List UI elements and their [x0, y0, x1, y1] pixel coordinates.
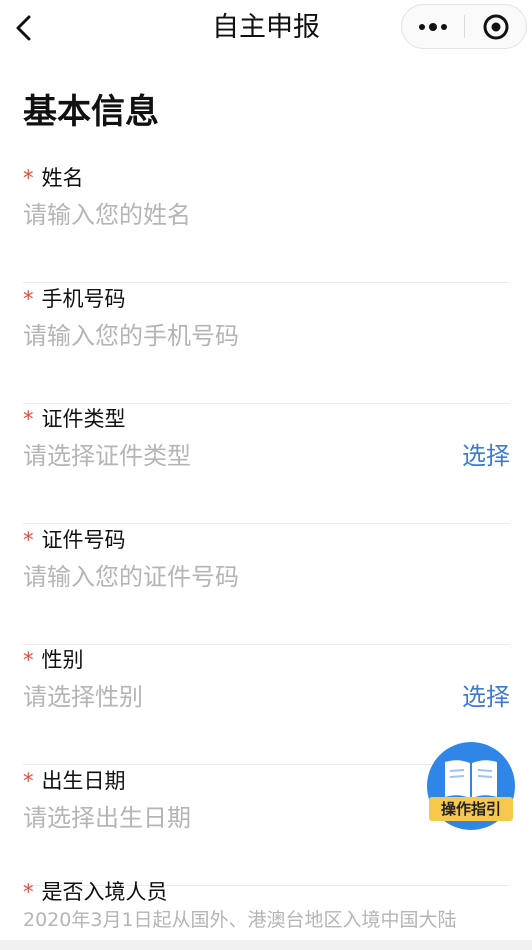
id-type-select-button[interactable]: 选择: [462, 438, 510, 474]
section-title: 基本信息: [23, 92, 159, 132]
field-label: * 手机号码: [23, 284, 126, 314]
birthdate-label: 出生日期: [41, 769, 126, 793]
field-label: * 出生日期: [23, 766, 126, 796]
field-label: * 证件类型: [23, 404, 126, 434]
guide-label: 操作指引: [429, 797, 513, 821]
required-mark: *: [23, 528, 34, 552]
mini-program-capsule: [401, 4, 527, 49]
required-mark: *: [23, 166, 34, 190]
required-mark: *: [23, 769, 34, 793]
divider: [23, 282, 510, 283]
name-input[interactable]: [23, 197, 423, 233]
divider: [23, 523, 510, 524]
id-number-label: 证件号码: [41, 528, 126, 552]
required-mark: *: [23, 287, 34, 311]
operation-guide-button[interactable]: 操作指引: [427, 742, 515, 830]
gender-label: 性别: [41, 648, 84, 672]
close-mini-program-button[interactable]: [465, 5, 527, 48]
navigation-bar: 自主申报: [0, 0, 532, 56]
gender-select-button[interactable]: 选择: [462, 679, 510, 715]
entry-label: 是否入境人员: [41, 880, 168, 904]
phone-field: * 手机号码: [23, 284, 510, 404]
id-number-input[interactable]: [23, 559, 423, 595]
field-label: * 姓名: [23, 163, 84, 193]
phone-label: 手机号码: [41, 287, 126, 311]
required-mark: *: [23, 880, 34, 904]
bottom-bar: [0, 940, 532, 950]
id-type-label: 证件类型: [41, 407, 126, 431]
required-mark: *: [23, 648, 34, 672]
id-number-field: * 证件号码: [23, 525, 510, 645]
phone-input[interactable]: [23, 318, 423, 354]
more-button[interactable]: [402, 5, 464, 48]
id-type-placeholder[interactable]: 请选择证件类型: [23, 438, 191, 474]
name-field: * 姓名: [23, 163, 510, 283]
more-dots-icon: [419, 22, 447, 31]
birthdate-placeholder[interactable]: 请选择出生日期: [23, 800, 191, 836]
required-mark: *: [23, 407, 34, 431]
gender-placeholder[interactable]: 请选择性别: [23, 679, 143, 715]
field-label: * 性别: [23, 645, 84, 675]
id-type-field[interactable]: * 证件类型 请选择证件类型 选择: [23, 404, 510, 524]
field-label: * 证件号码: [23, 525, 126, 555]
name-label: 姓名: [41, 166, 84, 190]
target-icon: [483, 14, 509, 39]
entry-note: 2020年3月1日起从国外、港澳台地区入境中国大陆: [23, 909, 457, 931]
book-icon: [445, 760, 497, 798]
